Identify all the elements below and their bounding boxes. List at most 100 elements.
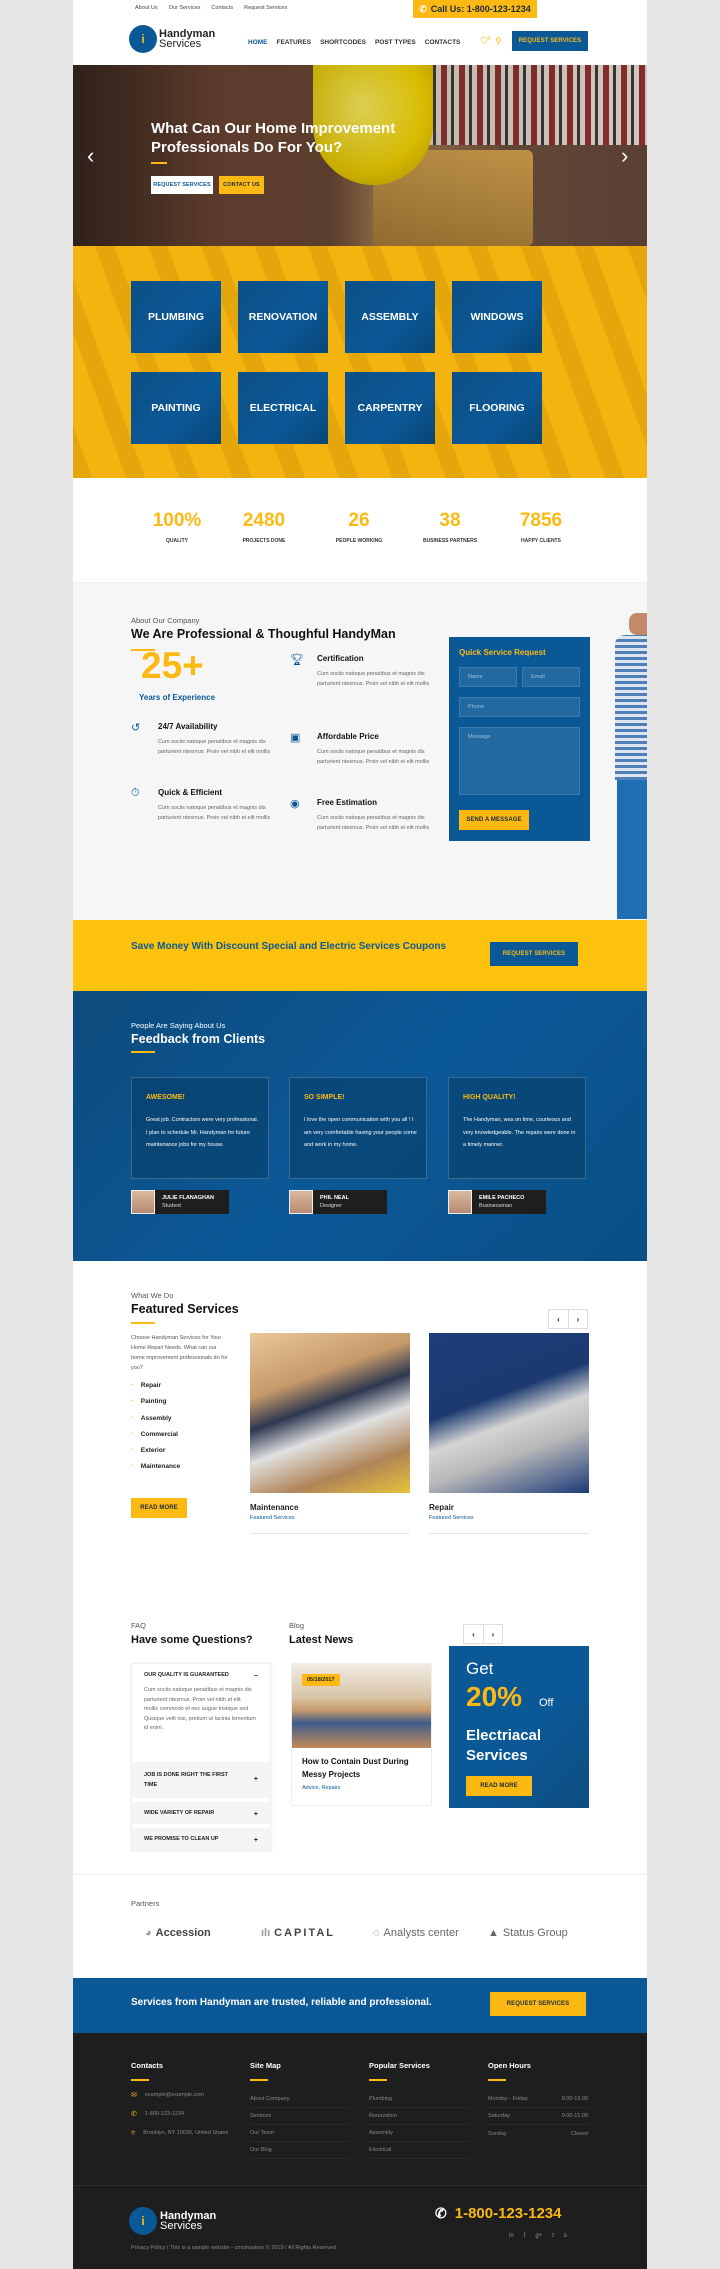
top-link-services[interactable]: Our Services (169, 5, 201, 11)
service-tile-electrical[interactable]: ELECTRICAL (238, 372, 328, 444)
partner-logo-status[interactable]: ▲ Status Group (488, 1927, 568, 1939)
plus-icon[interactable]: + (254, 1811, 258, 1818)
plus-icon[interactable]: + (254, 1775, 258, 1785)
service-tile-plumbing[interactable]: PLUMBING (131, 281, 221, 353)
send-message-button[interactable]: SEND A MESSAGE (459, 810, 529, 830)
footer-link[interactable]: Assembly (369, 2125, 469, 2142)
hours-row: Saturday 9.00-15.00 (488, 2108, 588, 2125)
footer-link[interactable]: Our Blog (250, 2142, 350, 2159)
footer-logo[interactable]: i Handyman Services (131, 2209, 216, 2233)
feedback-subtitle: People Are Saying About Us (131, 1021, 226, 1030)
blog-post-title[interactable]: How to Contain Dust During Messy Project… (302, 1756, 427, 1781)
featured-description: Choose Handyman Services for Your Home R… (131, 1335, 228, 1371)
promo-read-more-button[interactable]: READ MORE (466, 1776, 532, 1796)
feedback-section: People Are Saying About Us Feedback from… (73, 991, 647, 1261)
twitter-icon[interactable]: t (552, 2233, 554, 2239)
footer-popular-services: Popular Services Plumbing Renovation Ass… (369, 2061, 469, 2159)
faq-item[interactable]: WE PROMISE TO CLEAN UP + (132, 1823, 270, 1850)
google-plus-icon[interactable]: g+ (535, 2233, 542, 2239)
nav-contacts[interactable]: CONTACTS (425, 39, 461, 46)
read-more-button[interactable]: READ MORE (131, 1498, 187, 1518)
quick-service-form: Quick Service Request Name Email Phone M… (449, 637, 590, 841)
trust-banner: Services from Handyman are trusted, reli… (73, 1978, 647, 2033)
service-image (429, 1333, 589, 1493)
footer-link[interactable]: Services (250, 2108, 350, 2125)
top-link-contacts[interactable]: Contacts (211, 5, 233, 11)
footer-link[interactable]: Plumbing (369, 2091, 469, 2108)
hours-row: Monday - Friday 9.00-19.00 (488, 2091, 588, 2108)
faq-item[interactable]: JOB IS DONE RIGHT THE FIRST TIME + (132, 1757, 270, 1798)
message-textarea[interactable]: Message (459, 727, 580, 795)
hero-request-button[interactable]: REQUEST SERVICES (151, 176, 213, 194)
top-link-request[interactable]: Request Services (244, 5, 287, 11)
service-tile-carpentry[interactable]: CARPENTRY (345, 372, 435, 444)
chevron-right-icon[interactable]: › (568, 1310, 587, 1328)
discount-text: Save Money With Discount Special and Ele… (131, 941, 446, 952)
blog-title: Latest News (289, 1634, 354, 1646)
minus-icon[interactable]: − (254, 1673, 258, 1680)
top-link-about[interactable]: About Us (135, 5, 158, 11)
trust-request-button[interactable]: REQUEST SERVICES (490, 1992, 586, 2016)
logo[interactable]: i Handyman Services (131, 27, 215, 51)
search-icon[interactable]: ⚲ (495, 36, 502, 47)
discount-banner: Save Money With Discount Special and Ele… (73, 920, 647, 991)
blog-post-card[interactable]: 05/18/2017 How to Contain Dust During Me… (291, 1663, 432, 1806)
years-number: 25+ (141, 645, 204, 686)
email-input[interactable]: Email (522, 667, 580, 687)
footer-link[interactable]: About Company (250, 2091, 350, 2108)
hours-row: Sunday Closed (488, 2130, 588, 2137)
linkedin-icon[interactable]: in (509, 2233, 514, 2239)
faq-accordion: OUR QUALITY IS GUARANTEED − Cum sociis n… (131, 1663, 271, 1851)
nav-post-types[interactable]: POST TYPES (375, 39, 416, 46)
avatar (289, 1190, 313, 1214)
footer-phone[interactable]: ✆ 1-800-123-1234 (435, 2205, 562, 2222)
partner-logo-accession[interactable]: ◕ Accession (145, 1927, 211, 1939)
nav-shortcodes[interactable]: SHORTCODES (320, 39, 366, 46)
wallet-icon: ▣ (290, 732, 301, 744)
discount-request-button[interactable]: REQUEST SERVICES (490, 942, 578, 966)
footer-link[interactable]: Our Team (250, 2125, 350, 2142)
request-services-button[interactable]: REQUEST SERVICES (512, 31, 588, 51)
slider-prev-icon[interactable]: ‹ (87, 143, 94, 169)
footer-link[interactable]: Electrical (369, 2142, 469, 2159)
hero-contact-button[interactable]: CONTACT US (219, 176, 264, 194)
service-tile-painting[interactable]: PAINTING (131, 372, 221, 444)
nav-home[interactable]: HOME (248, 39, 268, 46)
years-label: Years of Experience (139, 693, 216, 702)
trust-text: Services from Handyman are trusted, reli… (131, 1997, 432, 2008)
testimonial-author: EMILE PACHECO Businessman (448, 1190, 546, 1214)
cart-icon[interactable]: ⛉0 (481, 36, 491, 47)
logo-line2: Services (159, 38, 202, 50)
about-section: About Our Company We Are Professional & … (73, 582, 647, 920)
eye-icon: ◉ (290, 798, 300, 810)
service-tile-renovation[interactable]: RENOVATION (238, 281, 328, 353)
phone-input[interactable]: Phone (459, 697, 580, 717)
partner-logo-analysts[interactable]: ◌ Analysts center (373, 1927, 459, 1939)
chevron-left-icon[interactable]: ‹ (464, 1625, 483, 1643)
partner-logo-capital[interactable]: ılı CAPITAL (261, 1927, 335, 1939)
stat-clients: 7856 HAPPY CLIENTS (519, 510, 563, 544)
faq-item[interactable]: OUR QUALITY IS GUARANTEED − Cum sociis n… (132, 1664, 270, 1758)
faq-item[interactable]: WIDE VARIETY OF REPAIR + (132, 1797, 270, 1824)
service-tile-windows[interactable]: WINDOWS (452, 281, 542, 353)
partners-label: Partners (131, 1899, 160, 1908)
service-card-maintenance[interactable]: Maintenance Featured Services (250, 1333, 410, 1534)
avatar (131, 1190, 155, 1214)
service-tile-flooring[interactable]: FLOORING (452, 372, 542, 444)
footer-link[interactable]: Renovation (369, 2108, 469, 2125)
testimonial-author: JULIE FLANAGHAN Student (131, 1190, 229, 1214)
slider-next-icon[interactable]: › (621, 143, 628, 169)
name-input[interactable]: Name (459, 667, 517, 687)
service-tile-assembly[interactable]: ASSEMBLY (345, 281, 435, 353)
hero-slider: ‹ › What Can Our Home Improvement Profes… (73, 65, 647, 246)
chevron-right-icon[interactable]: › (483, 1625, 502, 1643)
hero-divider (151, 162, 167, 164)
facebook-icon[interactable]: f (524, 2233, 526, 2239)
plus-icon[interactable]: + (254, 1837, 258, 1844)
skype-icon[interactable]: s (564, 2233, 567, 2239)
service-card-repair[interactable]: Repair Featured Services (429, 1333, 589, 1534)
call-us-badge[interactable]: ✆ Call Us: 1-800-123-1234 (413, 0, 537, 18)
chevron-left-icon[interactable]: ‹ (549, 1310, 568, 1328)
nav-features[interactable]: FEATURES (277, 39, 312, 46)
blog-post-categories[interactable]: Advice, Repairs (302, 1785, 341, 1791)
